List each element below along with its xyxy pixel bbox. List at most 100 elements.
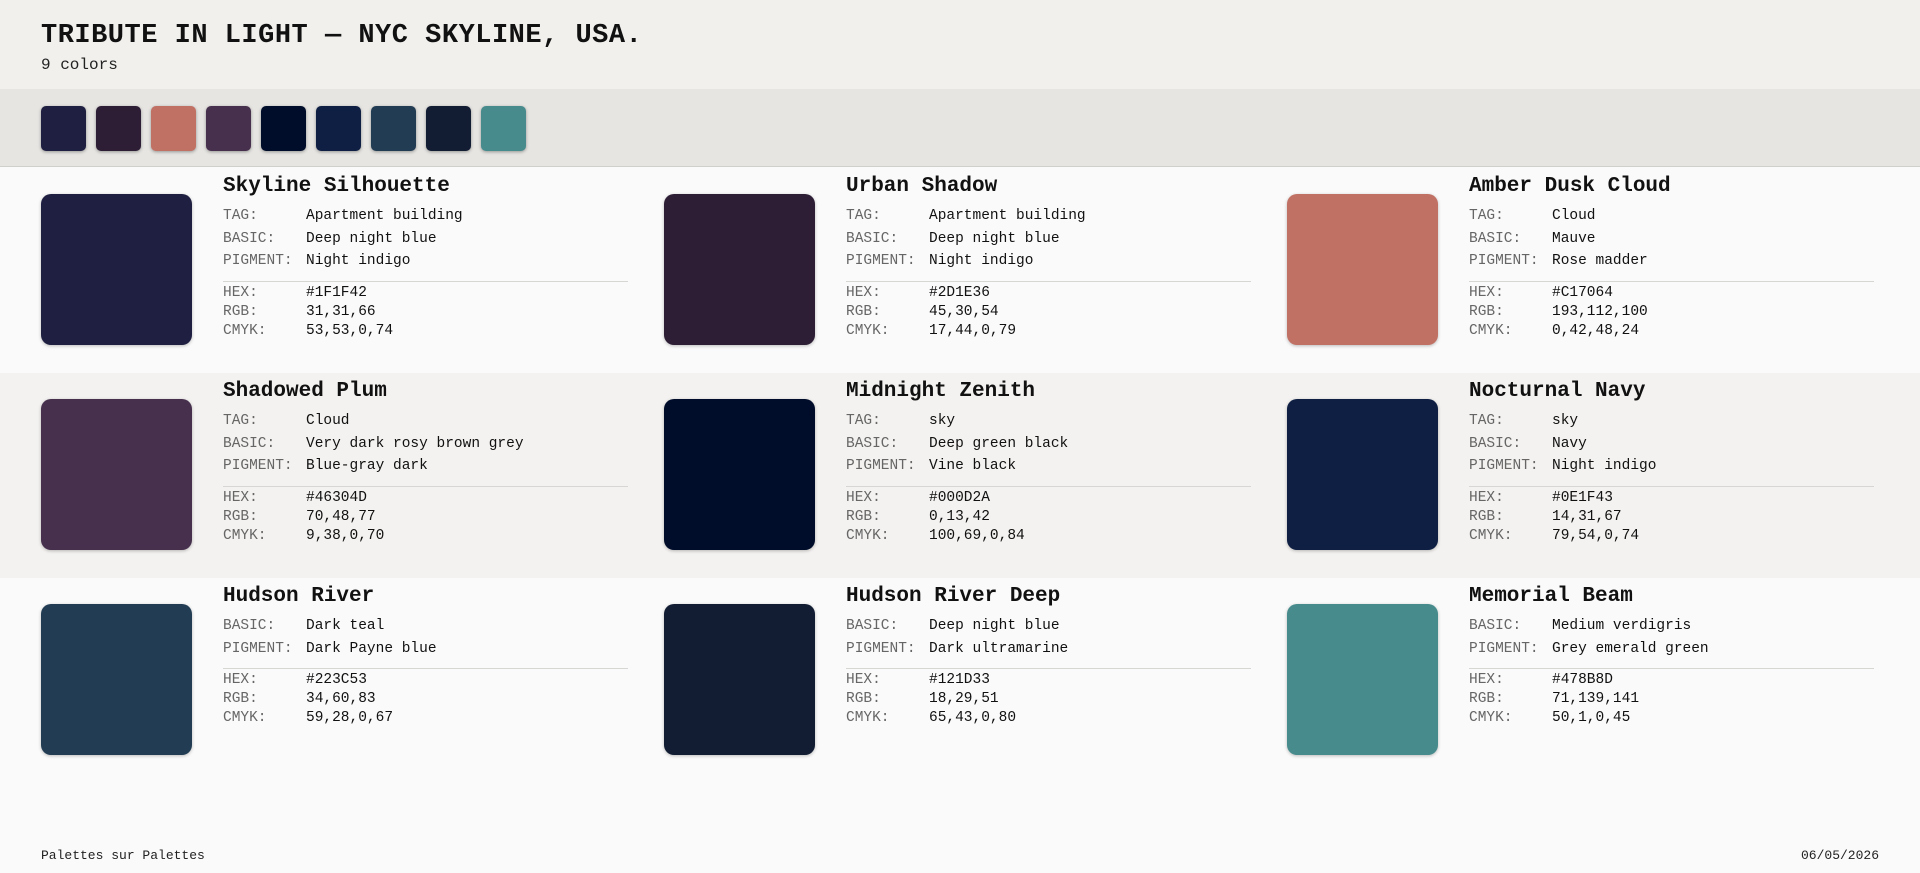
color-swatch[interactable]	[41, 399, 192, 550]
tag-value: sky	[929, 413, 956, 429]
color-name: Memorial Beam	[1469, 585, 1633, 608]
color-swatch[interactable]	[664, 604, 815, 755]
hex-label: HEX:	[223, 284, 258, 301]
basic-value: Navy	[1552, 435, 1587, 452]
basic-row: BASIC: Navy	[1469, 433, 1874, 456]
rgb-value: 193,112,100	[1552, 303, 1648, 320]
palette-chip[interactable]	[481, 106, 526, 151]
pigment-row: PIGMENT: Dark ultramarine	[846, 638, 1251, 661]
palette-chip[interactable]	[426, 106, 471, 151]
basic-value: Deep night blue	[929, 230, 1060, 247]
rgb-label: RGB:	[223, 303, 258, 320]
color-info: Urban Shadow TAG: Apartment building BASIC:…	[846, 168, 1251, 373]
cmyk-row: CMYK: 0,42,48,24	[1469, 322, 1874, 341]
cmyk-row: CMYK: 53,53,0,74	[223, 322, 628, 341]
rgb-value: 71,139,141	[1552, 691, 1640, 707]
pigment-row: PIGMENT: Rose madder	[1469, 250, 1874, 273]
color-name: Midnight Zenith	[846, 380, 1036, 403]
hex-label: HEX:	[846, 672, 881, 688]
basic-value: Medium verdigris	[1552, 618, 1692, 634]
cmyk-label: CMYK:	[846, 322, 890, 339]
color-info: Memorial Beam BASIC: Medium verdigris PIGME…	[1469, 578, 1874, 783]
palette-chip[interactable]	[261, 106, 306, 151]
rgb-row: RGB: 18,29,51	[846, 690, 1251, 709]
color-swatch[interactable]	[41, 194, 192, 345]
tag-row: TAG: Cloud	[1469, 205, 1874, 228]
hex-value: #000D2A	[929, 489, 990, 506]
footer-brand: Palettes sur Palettes	[41, 848, 205, 863]
tag-row: TAG: sky	[846, 410, 1251, 433]
basic-value: Deep night blue	[929, 618, 1060, 634]
cmyk-value: 79,54,0,74	[1552, 527, 1640, 544]
basic-label: BASIC:	[223, 618, 276, 634]
hex-value: #46304D	[306, 489, 367, 506]
basic-row: BASIC: Mauve	[1469, 228, 1874, 251]
hex-value: #223C53	[306, 672, 367, 688]
hex-value: #121D33	[929, 672, 990, 688]
palette-chip[interactable]	[206, 106, 251, 151]
divider	[1469, 668, 1874, 669]
cmyk-value: 65,43,0,80	[929, 710, 1017, 726]
pigment-row: PIGMENT: Blue-gray dark	[223, 455, 628, 478]
color-card: Midnight Zenith TAG: sky BASIC: Deep green b…	[664, 373, 1287, 578]
palette-chip[interactable]	[41, 106, 86, 151]
hex-label: HEX:	[846, 284, 881, 301]
page-header: TRIBUTE IN LIGHT — NYC SKYLINE, USA. 9 c…	[0, 0, 1920, 89]
palette-chip[interactable]	[151, 106, 196, 151]
divider	[1469, 485, 1874, 487]
pigment-row: PIGMENT: Night indigo	[846, 250, 1251, 273]
rgb-row: RGB: 14,31,67	[1469, 508, 1874, 527]
cmyk-label: CMYK:	[1469, 322, 1513, 339]
cmyk-value: 50,1,0,45	[1552, 710, 1631, 726]
tag-label: TAG:	[1469, 208, 1504, 224]
rgb-value: 34,60,83	[306, 691, 376, 707]
tag-value: Apartment building	[929, 208, 1086, 224]
tag-label: TAG:	[846, 208, 881, 224]
tag-value: sky	[1552, 413, 1579, 429]
cmyk-label: CMYK:	[846, 710, 890, 726]
basic-row: BASIC: Deep night blue	[846, 615, 1251, 638]
pigment-label: PIGMENT:	[223, 640, 293, 657]
hex-label: HEX:	[1469, 672, 1504, 688]
cmyk-label: CMYK:	[223, 527, 267, 544]
color-swatch[interactable]	[41, 604, 192, 755]
pigment-value: Night indigo	[306, 253, 411, 269]
cmyk-value: 100,69,0,84	[929, 527, 1025, 544]
rgb-value: 14,31,67	[1552, 508, 1622, 525]
basic-value: Very dark rosy brown grey	[306, 435, 524, 452]
palette-chip[interactable]	[96, 106, 141, 151]
rgb-label: RGB:	[223, 508, 258, 525]
pigment-label: PIGMENT:	[1469, 640, 1539, 657]
color-swatch[interactable]	[1287, 194, 1438, 345]
color-swatch[interactable]	[664, 194, 815, 345]
cmyk-label: CMYK:	[223, 322, 267, 339]
divider	[1469, 280, 1874, 282]
divider	[846, 485, 1251, 487]
basic-label: BASIC:	[223, 435, 276, 452]
palette-chip[interactable]	[316, 106, 361, 151]
color-swatch[interactable]	[1287, 399, 1438, 550]
pigment-value: Night indigo	[1552, 458, 1657, 474]
pigment-label: PIGMENT:	[223, 458, 293, 474]
tag-value: Apartment building	[306, 208, 463, 224]
color-info: Nocturnal Navy TAG: sky BASIC: Navy PIGMENT: N…	[1469, 373, 1874, 578]
pigment-label: PIGMENT:	[846, 640, 916, 657]
hex-label: HEX:	[223, 489, 258, 506]
color-card: Hudson River BASIC: Dark teal PIGMENT: Dark …	[41, 578, 664, 783]
basic-row: BASIC: Deep green black	[846, 433, 1251, 456]
color-swatch[interactable]	[664, 399, 815, 550]
palette-chip[interactable]	[371, 106, 416, 151]
basic-row: BASIC: Very dark rosy brown grey	[223, 433, 628, 456]
rgb-row: RGB: 70,48,77	[223, 508, 628, 527]
rgb-row: RGB: 34,60,83	[223, 690, 628, 709]
hex-value: #478B8D	[1552, 672, 1613, 688]
divider	[223, 280, 628, 282]
color-count: 9 colors	[41, 56, 118, 74]
color-swatch[interactable]	[1287, 604, 1438, 755]
basic-value: Dark teal	[306, 618, 385, 634]
pigment-row: PIGMENT: Night indigo	[223, 250, 628, 273]
rgb-value: 45,30,54	[929, 303, 999, 320]
color-info: Shadowed Plum TAG: Cloud BASIC: Very dark ro…	[223, 373, 628, 578]
hex-row: HEX: #1F1F42	[223, 284, 628, 303]
pigment-row: PIGMENT: Vine black	[846, 455, 1251, 478]
